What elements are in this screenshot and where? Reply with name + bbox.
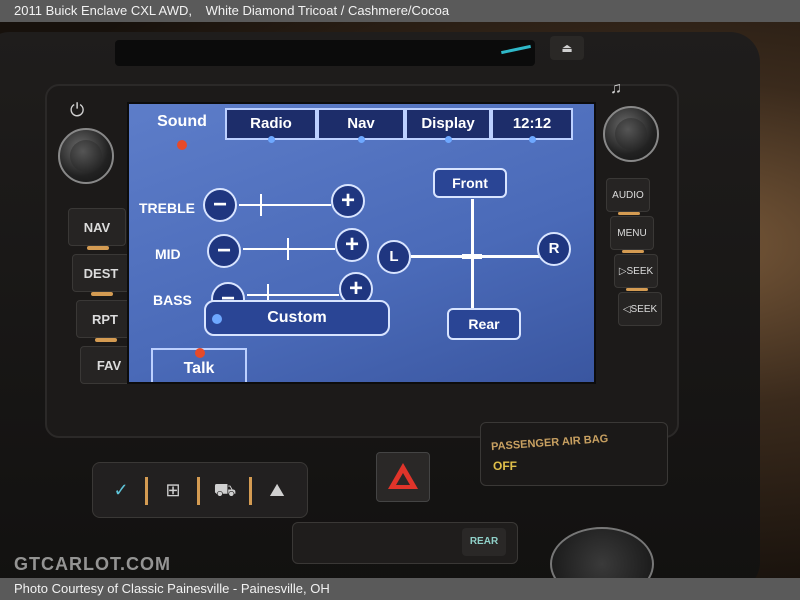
seek-back-button[interactable]: ◁SEEK bbox=[618, 292, 662, 326]
mid-slider-thumb[interactable] bbox=[287, 238, 289, 260]
tab-radio[interactable]: Radio bbox=[225, 108, 317, 143]
tab-nav[interactable]: Nav bbox=[317, 108, 405, 143]
hazard-button[interactable] bbox=[376, 452, 430, 502]
power-icon[interactable]: ⏻ bbox=[70, 100, 84, 121]
traction-icon: ⛟ bbox=[213, 480, 237, 500]
rear-defrost-button[interactable]: REAR bbox=[462, 528, 506, 556]
checkmark-button[interactable]: ✓ bbox=[97, 467, 148, 513]
dashboard-photo: ⏏ ⏻ ♫ NAV DEST RPT FAV AUDIO MENU ▷SEEK … bbox=[0, 22, 800, 578]
custom-preset-button[interactable]: Custom bbox=[204, 300, 390, 336]
bass-label: BASS bbox=[153, 292, 192, 308]
treble-label: TREBLE bbox=[139, 200, 195, 216]
treble-slider-thumb[interactable] bbox=[260, 194, 262, 216]
seek-forward-button[interactable]: ▷SEEK bbox=[614, 254, 658, 291]
airbag-label: PASSENGER AIR BAG bbox=[490, 432, 609, 454]
treble-plus-button[interactable]: + bbox=[331, 184, 365, 218]
hill-descent-icon: ⛰ bbox=[269, 480, 285, 500]
rpt-button[interactable]: RPT bbox=[76, 300, 134, 342]
treble-minus-button[interactable]: − bbox=[203, 188, 237, 222]
photo-credit: Photo Courtesy of Classic Painesville - … bbox=[14, 581, 330, 596]
eject-icon: ⏏ bbox=[561, 41, 573, 55]
airbag-status: OFF bbox=[493, 459, 517, 473]
audio-button[interactable]: AUDIO bbox=[606, 178, 650, 215]
hill-descent-button[interactable]: ⛰ bbox=[253, 467, 301, 513]
bass-slider-track[interactable] bbox=[247, 294, 339, 296]
touch-screen: Sound Radio Nav Display 12:12 TREBLE − +… bbox=[127, 102, 596, 384]
check-icon: ✓ bbox=[113, 480, 129, 500]
tab-display[interactable]: Display bbox=[405, 108, 491, 143]
tab-clock[interactable]: 12:12 bbox=[491, 108, 573, 143]
balance-left-button[interactable]: L bbox=[377, 240, 411, 274]
mid-plus-button[interactable]: + bbox=[335, 228, 369, 262]
music-icon: ♫ bbox=[610, 80, 622, 97]
vehicle-color: White Diamond Tricoat / Cashmere/Cocoa bbox=[205, 3, 450, 18]
traction-button[interactable]: ⛟ bbox=[201, 467, 252, 513]
caption-top-bar: 2011 Buick Enclave CXL AWD, White Diamon… bbox=[0, 0, 800, 22]
front-button[interactable]: Front bbox=[433, 168, 507, 198]
caption-bottom-bar: Photo Courtesy of Classic Painesville - … bbox=[0, 578, 800, 600]
tab-indicator bbox=[177, 140, 187, 150]
eject-button[interactable]: ⏏ bbox=[550, 36, 584, 60]
screen-tabs: Sound Radio Nav Display 12:12 bbox=[129, 104, 594, 150]
rear-button-screen[interactable]: Rear bbox=[447, 308, 521, 340]
watermark: GTCARLOT.COM bbox=[14, 554, 171, 574]
dest-button[interactable]: DEST bbox=[72, 254, 130, 296]
cd-slot[interactable] bbox=[115, 40, 535, 66]
tab-sound[interactable]: Sound bbox=[137, 108, 227, 150]
talk-indicator bbox=[195, 348, 205, 358]
fade-balance-marker[interactable] bbox=[462, 254, 482, 259]
climate-button-row: ✓ ⊞ ⛟ ⛰ bbox=[92, 462, 308, 518]
tune-knob[interactable] bbox=[603, 106, 659, 162]
mid-label: MID bbox=[155, 246, 181, 262]
passenger-airbag-indicator: PASSENGER AIR BAG OFF bbox=[480, 422, 668, 486]
volume-knob[interactable] bbox=[58, 128, 114, 184]
mid-minus-button[interactable]: − bbox=[207, 234, 241, 268]
seat-icon: ⊞ bbox=[165, 480, 181, 500]
mid-slider-track[interactable] bbox=[243, 248, 335, 250]
nav-button[interactable]: NAV bbox=[68, 208, 126, 250]
custom-indicator bbox=[212, 314, 222, 324]
seat-button[interactable]: ⊞ bbox=[149, 467, 200, 513]
vehicle-title: 2011 Buick Enclave CXL AWD, bbox=[14, 3, 192, 18]
balance-right-button[interactable]: R bbox=[537, 232, 571, 266]
menu-button[interactable]: MENU bbox=[610, 216, 654, 253]
talk-tab[interactable]: Talk bbox=[151, 348, 247, 382]
treble-slider-track[interactable] bbox=[239, 204, 331, 206]
